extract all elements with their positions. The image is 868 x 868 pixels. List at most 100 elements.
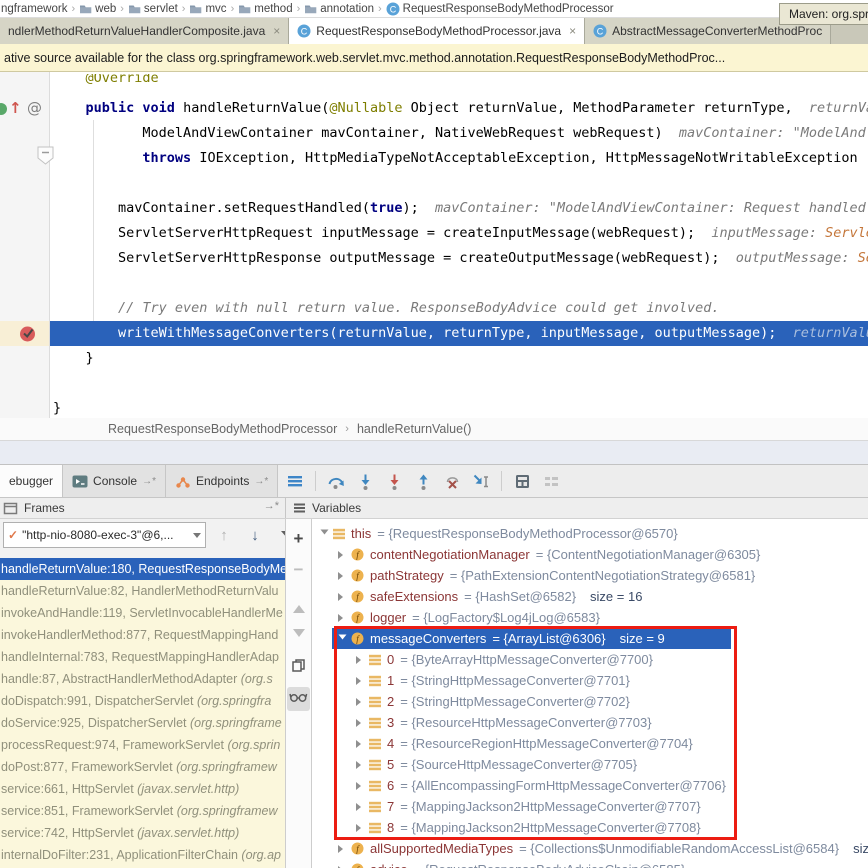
stack-frame[interactable]: handle:87, AbstractHandlerMethodAdapter … (0, 668, 285, 690)
variable-row-messageConverters[interactable]: fmessageConverters= {ArrayList@6306}size… (312, 628, 868, 649)
code-line[interactable] (50, 371, 868, 396)
stack-frame[interactable]: doService:925, DispatcherServlet (org.sp… (0, 712, 285, 734)
stack-frame[interactable]: service:661, HttpServlet (javax.servlet.… (0, 778, 285, 800)
breadcrumb-item-method[interactable]: method (238, 3, 292, 15)
variable-row-pathStrategy[interactable]: fpathStrategy= {PathExtensionContentNego… (312, 565, 868, 586)
breadcrumb-item-web[interactable]: web (79, 3, 116, 15)
breadcrumb-item-mvc[interactable]: mvc (189, 3, 226, 15)
run-to-cursor-button[interactable] (472, 472, 490, 490)
variable-row-advice[interactable]: fadvice= {RequestResponseBodyAdviceChain… (312, 859, 868, 868)
code-line[interactable] (50, 271, 868, 296)
chevron-right-icon[interactable] (338, 551, 347, 559)
frames-list[interactable]: handleReturnValue:180, RequestResponseBo… (0, 558, 285, 868)
editor-tab[interactable]: ndlerMethodReturnValueHandlerComposite.j… (0, 18, 289, 44)
variables-tree[interactable]: this= {RequestResponseBodyMethodProcesso… (312, 523, 868, 868)
chevron-right-icon[interactable] (356, 656, 365, 664)
stack-frame[interactable]: invokeHandlerMethod:877, RequestMappingH… (0, 624, 285, 646)
stack-frame[interactable]: handleInternal:783, RequestMappingHandle… (0, 646, 285, 668)
code-line[interactable]: throws IOException, HttpMediaTypeNotAcce… (50, 146, 868, 171)
move-down-button[interactable] (286, 629, 311, 643)
code-line[interactable]: mavContainer.setRequestHandled(true); ma… (50, 196, 868, 221)
show-watches-button[interactable] (286, 687, 311, 711)
maven-library-button[interactable]: Maven: org.spring (779, 3, 868, 25)
chevron-right-icon[interactable] (356, 698, 365, 706)
code-line[interactable]: public void handleReturnValue(@Nullable … (50, 96, 868, 121)
variable-row-6[interactable]: 6= {AllEncompassingFormHttpMessageConver… (312, 775, 868, 796)
thread-selector[interactable]: ✓ "http-nio-8080-exec-3"@6,... (3, 522, 206, 548)
variable-row-1[interactable]: 1= {StringHttpMessageConverter@7701} (312, 670, 868, 691)
layout-settings-button[interactable] (542, 472, 560, 490)
step-out-button[interactable] (414, 472, 432, 490)
breadcrumb-method[interactable]: handleReturnValue() (357, 422, 471, 436)
stack-frame[interactable]: handleReturnValue:82, HandlerMethodRetur… (0, 580, 285, 602)
step-into-button[interactable] (356, 472, 374, 490)
code-line[interactable]: ServletServerHttpResponse outputMessage … (50, 246, 868, 271)
close-icon[interactable]: × (569, 24, 576, 38)
breadcrumb-item-RequestResponseBodyMethodProcessor[interactable]: CRequestResponseBodyMethodProcessor (386, 2, 614, 16)
close-icon[interactable]: × (273, 24, 280, 38)
code-line[interactable]: ModelAndViewContainer mavContainer, Nati… (50, 121, 868, 146)
variable-row-2[interactable]: 2= {StringHttpMessageConverter@7702} (312, 691, 868, 712)
variable-row-allSupportedMediaTypes[interactable]: fallSupportedMediaTypes= {Collections$Un… (312, 838, 868, 859)
step-over-button[interactable] (327, 472, 345, 490)
add-watch-button[interactable]: + (286, 531, 311, 547)
run-method-icon[interactable] (0, 103, 7, 115)
menu-button[interactable] (286, 472, 304, 490)
chevron-right-icon[interactable] (356, 740, 365, 748)
chevron-right-icon[interactable] (356, 782, 365, 790)
breadcrumb-item-annotation[interactable]: annotation (304, 3, 374, 15)
execution-line[interactable]: writeWithMessageConverters(returnValue, … (50, 321, 868, 346)
overrides-method-icon[interactable]: ↑ (9, 99, 22, 117)
menu-icon[interactable] (294, 503, 305, 513)
variable-row-this[interactable]: this= {RequestResponseBodyMethodProcesso… (312, 523, 868, 544)
variable-row-3[interactable]: 3= {ResourceHttpMessageConverter@7703} (312, 712, 868, 733)
variable-row-safeExtensions[interactable]: fsafeExtensions= {HashSet@6582}size = 16 (312, 586, 868, 607)
move-up-button[interactable] (286, 599, 311, 613)
stack-frame[interactable]: processRequest:974, FrameworkServlet (or… (0, 734, 285, 756)
stack-frame[interactable]: invokeAndHandle:119, ServletInvocableHan… (0, 602, 285, 624)
chevron-right-icon[interactable] (338, 614, 347, 622)
hide-panel-icon[interactable]: →* (264, 500, 279, 512)
code-line[interactable]: ServletServerHttpRequest inputMessage = … (50, 221, 868, 246)
stack-frame[interactable]: service:742, HttpServlet (javax.servlet.… (0, 822, 285, 844)
variable-row-7[interactable]: 7= {MappingJackson2HttpMessageConverter@… (312, 796, 868, 817)
breakpoint-icon[interactable] (19, 325, 36, 346)
chevron-right-icon[interactable] (356, 719, 365, 727)
debug-tab-Console[interactable]: Console→* (63, 465, 166, 497)
evaluate-expression-button[interactable] (513, 472, 531, 490)
copy-stack-button[interactable] (286, 657, 311, 674)
code-editor[interactable]: ↑ @ @Override public void handleReturnVa… (0, 72, 868, 418)
variable-row-0[interactable]: 0= {ByteArrayHttpMessageConverter@7700} (312, 649, 868, 670)
remove-watch-button[interactable]: − (286, 563, 311, 577)
chevron-right-icon[interactable] (356, 677, 365, 685)
chevron-down-icon[interactable] (321, 529, 329, 538)
chevron-right-icon[interactable] (338, 845, 347, 853)
breadcrumb-class[interactable]: RequestResponseBodyMethodProcessor (108, 422, 337, 436)
editor-tab[interactable]: CRequestResponseBodyMethodProcessor.java… (289, 18, 585, 44)
stack-frame[interactable]: doDispatch:991, DispatcherServlet (org.s… (0, 690, 285, 712)
stack-frame[interactable]: doPost:877, FrameworkServlet (org.spring… (0, 756, 285, 778)
code-line[interactable]: // Try even with null return value. Resp… (50, 296, 868, 321)
variable-row-8[interactable]: 8= {MappingJackson2HttpMessageConverter@… (312, 817, 868, 838)
chevron-right-icon[interactable] (338, 572, 347, 580)
filter-button[interactable] (277, 526, 285, 544)
stack-frame[interactable]: handleReturnValue:180, RequestResponseBo… (0, 558, 285, 580)
thread-up-button[interactable]: ↑ (215, 526, 233, 544)
variable-row-4[interactable]: 4= {ResourceRegionHttpMessageConverter@7… (312, 733, 868, 754)
code-line[interactable]: } (50, 396, 868, 418)
debug-tab-ebugger[interactable]: ebugger (0, 465, 63, 497)
thread-down-button[interactable]: ↓ (246, 526, 264, 544)
breadcrumb-item-ngframework[interactable]: ngframework (1, 3, 67, 15)
chevron-right-icon[interactable] (338, 593, 347, 601)
stack-frame[interactable]: service:851, FrameworkServlet (org.sprin… (0, 800, 285, 822)
stack-frame[interactable]: internalDoFilter:231, ApplicationFilterC… (0, 844, 285, 866)
drop-frame-button[interactable] (443, 472, 461, 490)
variable-row-logger[interactable]: flogger= {LogFactory$Log4jLog@6583} (312, 607, 868, 628)
chevron-down-icon[interactable] (339, 634, 347, 643)
force-step-into-button[interactable] (385, 472, 403, 490)
debug-tab-Endpoints[interactable]: Endpoints→* (166, 465, 278, 497)
code-line[interactable]: } (50, 346, 868, 371)
chevron-right-icon[interactable] (356, 824, 365, 832)
variable-row-5[interactable]: 5= {SourceHttpMessageConverter@7705} (312, 754, 868, 775)
chevron-right-icon[interactable] (356, 803, 365, 811)
